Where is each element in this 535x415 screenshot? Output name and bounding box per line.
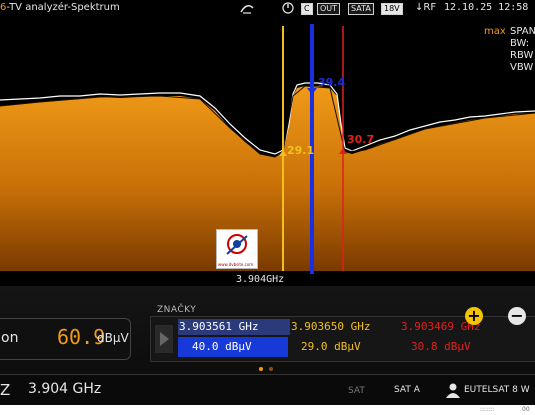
frequency-prefix: Z [0,381,11,399]
remove-marker-button[interactable]: − [508,307,526,325]
satellite-name[interactable]: EUTELSAT 8 W [464,385,530,395]
taskbar: ::::::: 00 [0,405,535,415]
level-unit: dBμV [97,331,129,345]
spectrum-fill [0,86,535,271]
max-label: max [484,26,506,37]
marker-2-value[interactable]: 29.0 dBμV [301,338,361,356]
marker-3-value[interactable]: 30.8 dBμV [411,338,471,356]
marker-1-value[interactable]: 40.0 dBμV [192,338,252,356]
rf-indicator: ↓RF [415,2,437,13]
add-marker-button[interactable]: + [465,307,483,325]
power-icon[interactable] [282,2,294,17]
marker-label-yellow: 29.1 [287,144,315,157]
mode-title: -TV analyzér-Spektrum [6,2,120,13]
badge-voltage: 18V [381,3,403,15]
vbw-label: VBW [510,62,534,73]
level-readout[interactable]: on 60.9 dBμV [0,318,131,360]
level-label: on [1,330,19,346]
taskbar-clock: 00 [522,406,530,413]
satellite-dish-icon [240,2,254,17]
page-dot[interactable] [269,367,273,371]
logo-caption: www.dvbsite.com [218,262,254,267]
spectrum-svg [0,24,535,274]
span-label: SPAN [510,26,535,37]
window-title: 6-TV analyzér-Spektrum [0,0,120,16]
center-frequency-label: 3.904GHz [236,274,285,285]
marker-1-frequency[interactable]: 3.903561 GHz [179,320,258,334]
badge-c: C [301,3,313,15]
marker-label-blue: 39.4 [318,76,346,89]
markers-title: ZNAČKY [157,305,197,315]
current-frequency[interactable]: 3.904 GHz [28,381,101,397]
status-bar: 6-TV analyzér-Spektrum C OUT SATA 18V ↓R… [0,0,535,26]
page-dot-active[interactable] [259,367,263,371]
datetime: 12.10.25 12:58 [444,2,529,13]
badge-sat: SATA [348,3,374,15]
sat-input[interactable]: SAT A [394,385,420,395]
bottom-panel: on 60.9 dBμV ZNAČKY 3.903561 GHz 40.0 dB… [0,286,535,405]
analyzer-screen: 6-TV analyzér-Spektrum C OUT SATA 18V ↓R… [0,0,535,405]
spectrum-plot[interactable]: 39.4 29.1 30.7 max SPAN BW: RBW VBW www.… [0,16,535,286]
logo-graphic-icon [226,234,248,255]
marker-label-red: 30.7 [347,133,375,146]
user-icon [446,383,460,398]
bottom-bar: Z 3.904 GHz SAT SAT A EUTELSAT 8 W [0,374,535,405]
sat-logo: SAT [348,386,365,396]
bw-label: BW: [510,38,530,49]
taskbar-text: ::::::: [480,406,495,413]
badge-out: OUT [317,3,341,15]
rbw-label: RBW [510,50,534,61]
marker-2-frequency[interactable]: 3.903650 GHz [291,320,370,334]
watermark-logo: www.dvbsite.com [216,229,258,269]
play-icon[interactable] [155,325,173,353]
